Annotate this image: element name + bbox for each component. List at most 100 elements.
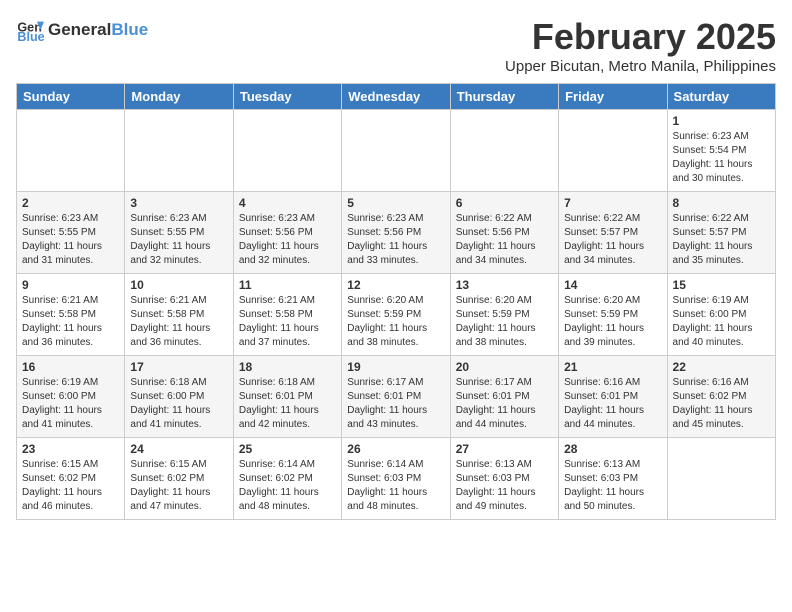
weekday-header-sunday: Sunday: [17, 84, 125, 110]
day-number: 15: [673, 278, 770, 292]
day-info: Sunrise: 6:22 AM Sunset: 5:56 PM Dayligh…: [456, 212, 553, 268]
day-info: Sunrise: 6:21 AM Sunset: 5:58 PM Dayligh…: [130, 294, 227, 350]
month-title: February 2025: [505, 16, 776, 58]
location-title: Upper Bicutan, Metro Manila, Philippines: [505, 58, 776, 75]
calendar-cell: 16 Sunrise: 6:19 AM Sunset: 6:00 PM Dayli…: [17, 356, 125, 438]
weekday-header-saturday: Saturday: [667, 84, 775, 110]
week-row-4: 23 Sunrise: 6:15 AM Sunset: 6:02 PM Dayli…: [17, 438, 776, 520]
calendar-cell: 27Sunrise: 6:13 AM Sunset: 6:03 PM Dayli…: [450, 438, 558, 520]
calendar-cell: 7 Sunrise: 6:22 AM Sunset: 5:57 PM Daylig…: [559, 192, 667, 274]
calendar-cell: 28 Sunrise: 6:13 AM Sunset: 6:03 PM Dayli…: [559, 438, 667, 520]
day-info: Sunrise: 6:22 AM Sunset: 5:57 PM Dayligh…: [673, 212, 770, 268]
day-info: Sunrise: 6:17 AM Sunset: 6:01 PM Dayligh…: [456, 376, 553, 432]
day-number: 18: [239, 360, 336, 374]
calendar-cell: [125, 110, 233, 192]
calendar-cell: 17 Sunrise: 6:18 AM Sunset: 6:00 PM Dayli…: [125, 356, 233, 438]
calendar-cell: [667, 438, 775, 520]
week-row-3: 16 Sunrise: 6:19 AM Sunset: 6:00 PM Dayli…: [17, 356, 776, 438]
day-number: 25: [239, 442, 336, 456]
day-info: Sunrise: 6:15 AM Sunset: 6:02 PM Dayligh…: [22, 458, 119, 514]
day-info: Sunrise: 6:23 AM Sunset: 5:54 PM Dayligh…: [673, 130, 770, 186]
weekday-header-wednesday: Wednesday: [342, 84, 450, 110]
day-number: 7: [564, 196, 661, 210]
day-info: Sunrise: 6:23 AM Sunset: 5:55 PM Dayligh…: [22, 212, 119, 268]
day-number: 9: [22, 278, 119, 292]
day-number: 10: [130, 278, 227, 292]
svg-text:Blue: Blue: [17, 30, 44, 44]
day-number: 20: [456, 360, 553, 374]
calendar-cell: 9 Sunrise: 6:21 AM Sunset: 5:58 PM Daylig…: [17, 274, 125, 356]
weekday-header-tuesday: Tuesday: [233, 84, 341, 110]
day-number: 4: [239, 196, 336, 210]
calendar-cell: 24Sunrise: 6:15 AM Sunset: 6:02 PM Dayli…: [125, 438, 233, 520]
weekday-header-thursday: Thursday: [450, 84, 558, 110]
calendar-cell: 25 Sunrise: 6:14 AM Sunset: 6:02 PM Dayli…: [233, 438, 341, 520]
weekday-header-monday: Monday: [125, 84, 233, 110]
day-info: Sunrise: 6:13 AM Sunset: 6:03 PM Dayligh…: [564, 458, 661, 514]
calendar-cell: 2 Sunrise: 6:23 AM Sunset: 5:55 PM Daylig…: [17, 192, 125, 274]
day-number: 8: [673, 196, 770, 210]
logo-icon: Gen Blue: [16, 16, 44, 44]
day-number: 5: [347, 196, 444, 210]
calendar-cell: 26 Sunrise: 6:14 AM Sunset: 6:03 PM Dayli…: [342, 438, 450, 520]
calendar-cell: 6 Sunrise: 6:22 AM Sunset: 5:56 PM Daylig…: [450, 192, 558, 274]
calendar-cell: 3Sunrise: 6:23 AM Sunset: 5:55 PM Daylig…: [125, 192, 233, 274]
day-number: 19: [347, 360, 444, 374]
day-number: 12: [347, 278, 444, 292]
day-info: Sunrise: 6:16 AM Sunset: 6:01 PM Dayligh…: [564, 376, 661, 432]
day-info: Sunrise: 6:21 AM Sunset: 5:58 PM Dayligh…: [239, 294, 336, 350]
logo-general-text: General: [48, 20, 111, 39]
calendar-cell: 5 Sunrise: 6:23 AM Sunset: 5:56 PM Daylig…: [342, 192, 450, 274]
page-header: Gen Blue GeneralBlue February 2025 Upper…: [16, 16, 776, 75]
calendar-cell: 20 Sunrise: 6:17 AM Sunset: 6:01 PM Dayli…: [450, 356, 558, 438]
day-info: Sunrise: 6:14 AM Sunset: 6:02 PM Dayligh…: [239, 458, 336, 514]
day-info: Sunrise: 6:14 AM Sunset: 6:03 PM Dayligh…: [347, 458, 444, 514]
day-info: Sunrise: 6:18 AM Sunset: 6:00 PM Dayligh…: [130, 376, 227, 432]
day-number: 14: [564, 278, 661, 292]
week-row-0: 1 Sunrise: 6:23 AM Sunset: 5:54 PM Daylig…: [17, 110, 776, 192]
day-number: 1: [673, 114, 770, 128]
day-info: Sunrise: 6:19 AM Sunset: 6:00 PM Dayligh…: [22, 376, 119, 432]
day-info: Sunrise: 6:19 AM Sunset: 6:00 PM Dayligh…: [673, 294, 770, 350]
day-info: Sunrise: 6:23 AM Sunset: 5:56 PM Dayligh…: [239, 212, 336, 268]
day-info: Sunrise: 6:20 AM Sunset: 5:59 PM Dayligh…: [456, 294, 553, 350]
weekday-header-row: SundayMondayTuesdayWednesdayThursdayFrid…: [17, 84, 776, 110]
week-row-2: 9 Sunrise: 6:21 AM Sunset: 5:58 PM Daylig…: [17, 274, 776, 356]
calendar-cell: [450, 110, 558, 192]
logo-blue-text: Blue: [111, 20, 148, 39]
week-row-1: 2 Sunrise: 6:23 AM Sunset: 5:55 PM Daylig…: [17, 192, 776, 274]
calendar-cell: [559, 110, 667, 192]
title-block: February 2025 Upper Bicutan, Metro Manil…: [505, 16, 776, 75]
calendar-cell: 21 Sunrise: 6:16 AM Sunset: 6:01 PM Dayli…: [559, 356, 667, 438]
calendar-table: SundayMondayTuesdayWednesdayThursdayFrid…: [16, 83, 776, 520]
day-number: 21: [564, 360, 661, 374]
day-number: 3: [130, 196, 227, 210]
day-number: 16: [22, 360, 119, 374]
day-info: Sunrise: 6:20 AM Sunset: 5:59 PM Dayligh…: [347, 294, 444, 350]
day-info: Sunrise: 6:13 AM Sunset: 6:03 PM Dayligh…: [456, 458, 553, 514]
calendar-cell: [233, 110, 341, 192]
calendar-cell: 18 Sunrise: 6:18 AM Sunset: 6:01 PM Dayli…: [233, 356, 341, 438]
day-number: 23: [22, 442, 119, 456]
calendar-cell: 1 Sunrise: 6:23 AM Sunset: 5:54 PM Daylig…: [667, 110, 775, 192]
day-info: Sunrise: 6:18 AM Sunset: 6:01 PM Dayligh…: [239, 376, 336, 432]
day-number: 22: [673, 360, 770, 374]
calendar-cell: 19Sunrise: 6:17 AM Sunset: 6:01 PM Dayli…: [342, 356, 450, 438]
calendar-cell: 12 Sunrise: 6:20 AM Sunset: 5:59 PM Dayli…: [342, 274, 450, 356]
calendar-cell: 22 Sunrise: 6:16 AM Sunset: 6:02 PM Dayli…: [667, 356, 775, 438]
calendar-cell: [17, 110, 125, 192]
day-info: Sunrise: 6:21 AM Sunset: 5:58 PM Dayligh…: [22, 294, 119, 350]
day-info: Sunrise: 6:16 AM Sunset: 6:02 PM Dayligh…: [673, 376, 770, 432]
calendar-cell: [342, 110, 450, 192]
day-info: Sunrise: 6:23 AM Sunset: 5:56 PM Dayligh…: [347, 212, 444, 268]
calendar-cell: 15 Sunrise: 6:19 AM Sunset: 6:00 PM Dayli…: [667, 274, 775, 356]
day-info: Sunrise: 6:22 AM Sunset: 5:57 PM Dayligh…: [564, 212, 661, 268]
calendar-cell: 8 Sunrise: 6:22 AM Sunset: 5:57 PM Daylig…: [667, 192, 775, 274]
day-info: Sunrise: 6:20 AM Sunset: 5:59 PM Dayligh…: [564, 294, 661, 350]
day-number: 17: [130, 360, 227, 374]
day-number: 2: [22, 196, 119, 210]
day-number: 26: [347, 442, 444, 456]
day-number: 28: [564, 442, 661, 456]
calendar-cell: 23 Sunrise: 6:15 AM Sunset: 6:02 PM Dayli…: [17, 438, 125, 520]
day-number: 6: [456, 196, 553, 210]
